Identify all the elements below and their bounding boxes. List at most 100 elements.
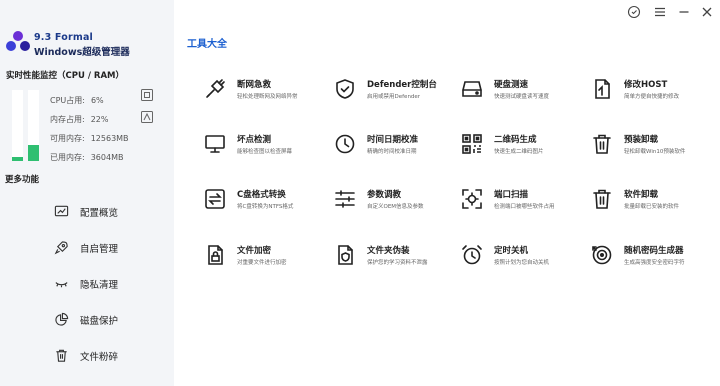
tool-title: 坏点检测 [237,135,272,145]
tool-title: 时间日期校准 [367,135,419,145]
cpu-chip-icon[interactable] [140,88,154,102]
cpu-meter [12,90,23,161]
scan-icon [462,189,482,209]
chart-icon [54,205,69,217]
tool-modify-host[interactable]: 修改HOST 简单方便自快捷的修改 [590,75,720,111]
tool-desc: 将C盘转换为NTFS格式 [237,204,294,210]
tool-title: 参数调教 [367,190,402,200]
file-lock-icon [208,245,223,265]
app-version: 9.3 Formal [34,32,94,43]
file-shield-icon [338,245,353,265]
nav-item-startup-manager[interactable]: 自启管理 [50,237,170,259]
trash-icon [593,189,611,209]
qr-icon [462,134,482,154]
section-title: 工具大全 [187,39,227,50]
app-logo-icon [6,31,30,51]
trash-icon [56,349,67,362]
nav-item-label: 隐私清理 [80,280,119,291]
tool-desc: 轻松卸载Win10预装软件 [624,149,686,155]
tool-title: 预装卸载 [624,135,659,145]
memory-label: 内存占用: [50,115,85,124]
memory-meter [28,90,39,161]
tool-desc: 自定义OEM信息及参数 [367,204,424,210]
tool-folder-disguise[interactable]: 文件夹伪装 保护您的学习资料不泄露 [333,241,463,277]
tool-desc: 检测端口被哪些软件占用 [494,204,555,210]
nav-item-config-overview[interactable]: 配置概览 [50,201,170,223]
minimize-icon[interactable] [676,4,692,20]
tool-parameter-tuning[interactable]: 参数调教 自定义OEM信息及参数 [333,185,463,221]
plug-icon [206,79,225,98]
used-memory-stat: 已用内存: 3604MB [50,152,123,163]
menu-icon[interactable] [652,4,668,20]
tool-desc: 生成高强度安全密码字符 [624,260,685,266]
memory-value: 22% [90,115,109,124]
tool-dead-pixel-test[interactable]: 坏点检测 能够检查图以检查屏幕 [203,130,333,166]
tool-desc: 能够检查图以检查屏幕 [237,149,293,155]
tool-network-rescue[interactable]: 断网急救 轻松处理断网及网络异常 [203,75,333,111]
memory-chip-icon[interactable] [140,110,154,124]
nav-item-disk-protection[interactable]: 磁盘保护 [50,309,170,331]
tool-time-sync[interactable]: 时间日期校准 精确的时间校准日期 [333,130,463,166]
tool-desc: 快速测试硬盘读写速度 [494,94,550,100]
cpu-value: 6% [90,96,104,105]
tool-disk-speed-test[interactable]: 硬盘测速 快速测试硬盘读写速度 [460,75,590,111]
pie-icon [55,312,69,326]
available-memory-stat: 可用内存: 12563MB [50,133,129,144]
eye-closed-icon [55,282,68,288]
tool-desc: 精确的时间校准日期 [367,149,417,155]
monitor-title: 实时性能监控（CPU / RAM） [6,71,124,81]
cpu-stat: CPU占用: 6% [50,95,104,106]
tool-software-uninstall[interactable]: 软件卸载 批量卸载已安装的软件 [590,185,720,221]
tool-desc: 轻松处理断网及网络异常 [237,94,298,100]
more-features-title: 更多功能 [5,175,40,185]
password-icon [592,245,612,265]
nav-item-label: 文件粉碎 [80,352,119,363]
tool-port-scan[interactable]: 端口扫描 检测端口被哪些软件占用 [460,185,590,221]
nav-item-file-shredder[interactable]: 文件粉碎 [50,345,170,367]
tool-desc: 对重要文件进行加密 [237,260,287,266]
sliders-icon [335,190,355,208]
tool-preinstalled-uninstall[interactable]: 预装卸载 轻松卸载Win10预装软件 [590,130,720,166]
close-icon[interactable] [699,4,715,20]
hdd-icon [462,81,482,97]
tool-title: 文件夹伪装 [367,246,410,256]
tool-file-encryption[interactable]: 文件加密 对重要文件进行加密 [203,241,333,277]
tool-c-drive-format-convert[interactable]: C盘格式转换 将C盘转换为NTFS格式 [203,185,333,221]
sidebar: 9.3 Formal Windows超级管理器 实时性能监控（CPU / RAM… [0,0,174,386]
host-file-icon [595,79,610,99]
tool-desc: 按照计划为您自动关机 [494,260,550,266]
tool-qr-generator[interactable]: 二维码生成 快速生成二维码图片 [460,130,590,166]
tool-title: 定时关机 [494,246,529,256]
tool-defender-console[interactable]: Defender控制台 启用或禁用Defender [333,75,463,111]
performance-meters [12,90,42,161]
tool-title: 软件卸载 [624,190,659,200]
tool-scheduled-shutdown[interactable]: 定时关机 按照计划为您自动关机 [460,241,590,277]
monitor-icon [205,135,225,153]
tool-title: 修改HOST [624,80,668,90]
tool-desc: 简单方便自快捷的修改 [624,94,680,100]
cpu-meter-fill [12,156,23,161]
skin-settings-icon[interactable] [626,4,642,20]
available-memory-label: 可用内存: [50,134,85,143]
nav-item-label: 自启管理 [80,244,119,255]
tool-title: 断网急救 [237,80,272,90]
nav-item-privacy-cleanup[interactable]: 隐私清理 [50,273,170,295]
tool-desc: 快速生成二维码图片 [494,149,544,155]
nav-item-label: 磁盘保护 [80,316,119,327]
nav-item-label: 配置概览 [80,208,119,219]
app-name: Windows超级管理器 [34,47,130,58]
tool-title: 随机密码生成器 [624,246,684,256]
tool-desc: 保护您的学习资料不泄露 [367,260,428,266]
used-memory-label: 已用内存: [50,153,85,162]
tool-random-password-generator[interactable]: 随机密码生成器 生成高强度安全密码字符 [590,241,720,277]
tool-title: Defender控制台 [367,80,437,90]
shield-icon [336,79,354,99]
tool-title: 文件加密 [237,246,272,256]
cpu-label: CPU占用: [50,96,85,105]
used-memory-value: 3604MB [90,153,124,162]
tool-title: 硬盘测速 [494,80,529,90]
tool-title: C盘格式转换 [237,190,286,200]
available-memory-value: 12563MB [90,134,129,143]
clock-icon [335,134,355,154]
trash-icon [593,134,611,154]
